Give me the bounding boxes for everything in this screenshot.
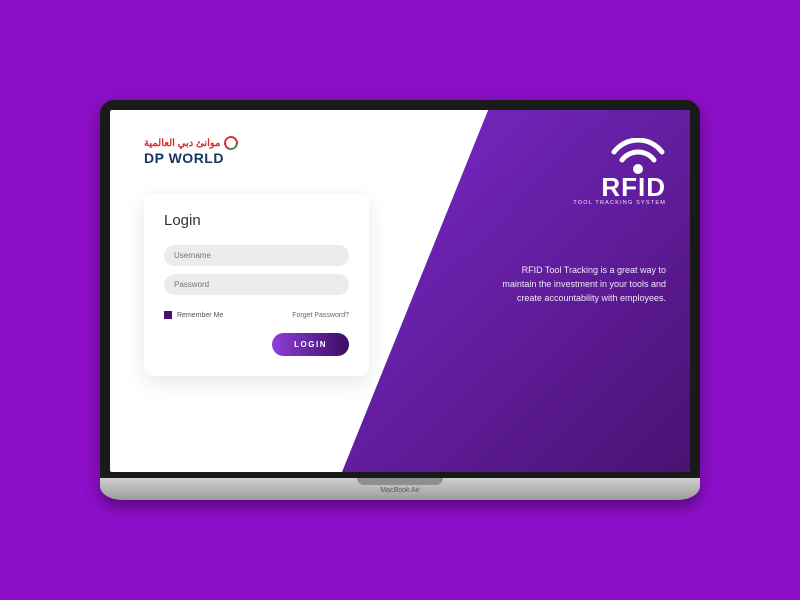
forgot-password-link[interactable]: Forget Password? <box>292 312 349 319</box>
brand-logo: موانئ دبي العالمية DP WORLD <box>144 136 390 166</box>
brand-main-text: DP WORLD <box>144 150 390 166</box>
rfid-title: RFID <box>601 174 666 200</box>
laptop-base: MacBook Air <box>100 478 700 500</box>
laptop-notch <box>357 478 443 485</box>
rfid-tagline: RFID Tool Tracking is a great way to mai… <box>496 264 666 306</box>
login-options-row: Remember Me Forget Password? <box>164 311 349 319</box>
app-screen: موانئ دبي العالمية DP WORLD Login Rememb… <box>110 110 690 472</box>
checkbox-icon <box>164 311 172 319</box>
login-heading: Login <box>164 212 349 229</box>
rfid-logo: RFID TOOL TRACKING SYSTEM <box>496 138 666 206</box>
right-panel: RFID TOOL TRACKING SYSTEM RFID Tool Trac… <box>496 138 666 306</box>
rfid-subtitle: TOOL TRACKING SYSTEM <box>573 200 666 206</box>
brand-arabic-line: موانئ دبي العالمية <box>144 136 390 150</box>
username-input[interactable] <box>164 245 349 266</box>
left-panel: موانئ دبي العالمية DP WORLD Login Rememb… <box>110 110 400 386</box>
laptop-mockup: موانئ دبي العالمية DP WORLD Login Rememb… <box>100 100 700 500</box>
wifi-icon <box>610 138 666 176</box>
password-input[interactable] <box>164 274 349 295</box>
login-card: Login Remember Me Forget Password? LOGIN <box>144 194 369 376</box>
screen-bezel: موانئ دبي العالمية DP WORLD Login Rememb… <box>100 100 700 478</box>
login-button[interactable]: LOGIN <box>272 333 349 356</box>
remember-me[interactable]: Remember Me <box>164 311 223 319</box>
brand-arabic-text: موانئ دبي العالمية <box>144 138 220 149</box>
remember-label: Remember Me <box>177 312 223 319</box>
device-label: MacBook Air <box>100 487 700 494</box>
